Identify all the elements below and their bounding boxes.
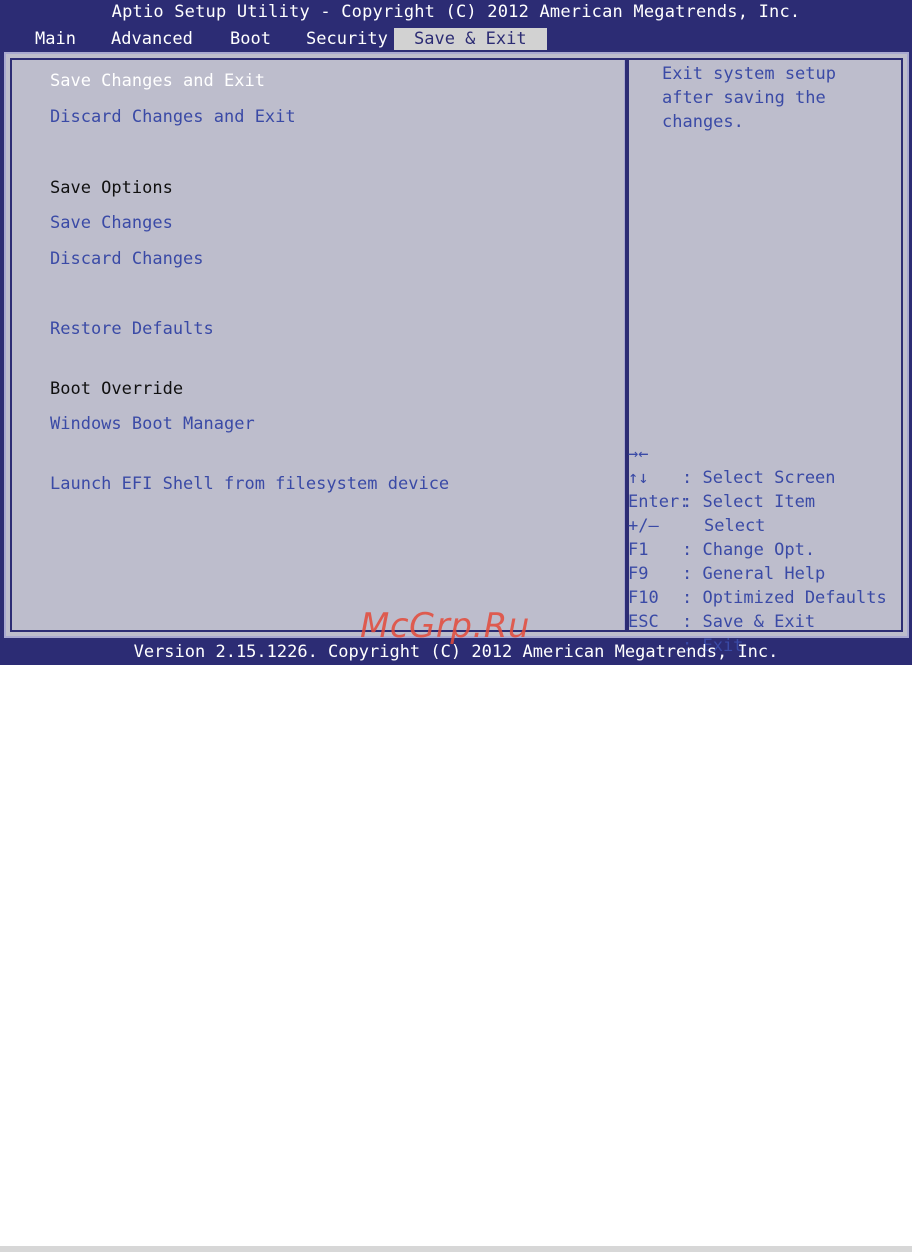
page-bottom-rule xyxy=(0,1246,912,1252)
key-legend: →← : Select Screen ↑↓ : Select Item Ente… xyxy=(628,418,887,656)
window-title: Aptio Setup Utility - Copyright (C) 2012… xyxy=(111,2,801,22)
key-row: F9 : Optimized Defaults xyxy=(628,538,887,608)
tab-main[interactable]: Main xyxy=(35,28,76,50)
menu-restore-defaults[interactable]: Restore Defaults xyxy=(50,318,214,340)
menu-windows-boot-manager[interactable]: Windows Boot Manager xyxy=(50,413,255,435)
menu-save-changes[interactable]: Save Changes xyxy=(50,212,173,234)
key-row: Enter: Select xyxy=(628,466,765,536)
menu-launch-efi-shell[interactable]: Launch EFI Shell from filesystem device xyxy=(50,473,449,495)
watermark-logo: McGrp.Ru xyxy=(360,606,530,646)
key-row: ESC : Exit xyxy=(628,586,743,656)
panel-frame: Save Changes and Exit Discard Changes an… xyxy=(10,58,903,656)
menu-discard-changes-and-exit[interactable]: Discard Changes and Exit xyxy=(50,106,296,128)
key-row: →← : Select Screen xyxy=(628,418,836,488)
menu-save-changes-and-exit[interactable]: Save Changes and Exit xyxy=(50,70,265,92)
tab-advanced[interactable]: Advanced xyxy=(111,28,193,50)
tab-boot[interactable]: Boot xyxy=(230,28,271,50)
key-row: F1 : General Help xyxy=(628,514,825,584)
key-row: F10 : Save & Exit xyxy=(628,562,815,632)
section-header-save-options: Save Options xyxy=(50,178,173,198)
main-panel: Save Changes and Exit Discard Changes an… xyxy=(4,52,909,656)
help-text: Exit system setup after saving the chang… xyxy=(662,64,836,132)
key-row: +/— : Change Opt. xyxy=(628,490,815,560)
section-header-boot-override: Boot Override xyxy=(50,379,184,399)
key-row: ↑↓ : Select Item xyxy=(628,442,815,512)
key-label: ESC xyxy=(628,612,659,632)
tab-bar: Main Advanced Boot Security Save & Exit xyxy=(0,28,912,52)
menu-discard-changes[interactable]: Discard Changes xyxy=(50,248,204,270)
tab-save-exit[interactable]: Save & Exit xyxy=(394,28,547,50)
bios-screen: Aptio Setup Utility - Copyright (C) 2012… xyxy=(0,0,912,665)
tab-security[interactable]: Security xyxy=(306,28,388,50)
